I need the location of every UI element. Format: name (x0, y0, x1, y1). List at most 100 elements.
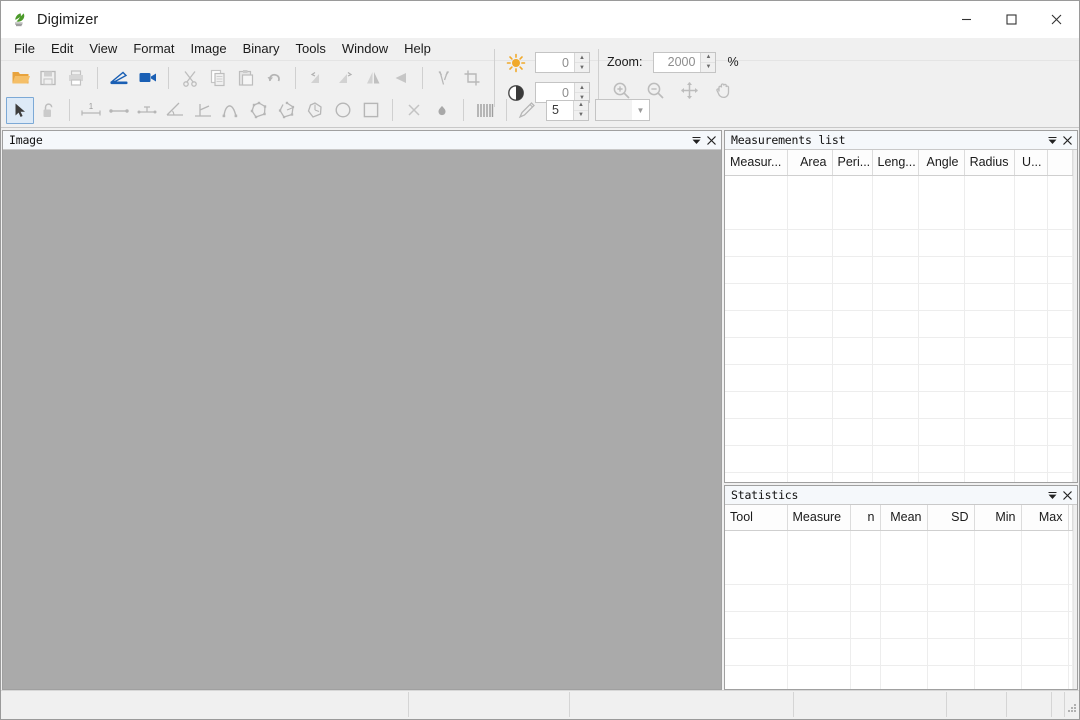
freehand-area-tool[interactable] (301, 97, 329, 124)
grid-ruler-icon[interactable] (471, 97, 499, 124)
table-row[interactable] (725, 283, 1073, 311)
menu-help[interactable]: Help (396, 39, 439, 60)
table-row[interactable] (725, 611, 1073, 639)
select-arrow-tool[interactable] (6, 96, 34, 124)
zoom-arrows[interactable]: ▲ ▼ (700, 52, 716, 72)
maximize-button[interactable] (989, 1, 1034, 38)
table-row[interactable] (725, 584, 1073, 612)
statistics-col-sd[interactable]: SD (927, 505, 975, 531)
lock-icon[interactable] (34, 97, 62, 124)
flip-horizontal-icon[interactable] (359, 64, 387, 91)
statistics-col-measure[interactable]: Measure (787, 505, 851, 531)
resize-grip-icon[interactable] (1065, 692, 1079, 717)
measure-distance-tool[interactable]: 1 (77, 97, 105, 124)
menu-view[interactable]: View (81, 39, 125, 60)
measurements-col-perimeter[interactable]: Peri... (832, 150, 873, 176)
scanner-icon[interactable] (105, 64, 133, 91)
pen-width-arrows[interactable]: ▲ ▼ (573, 100, 588, 120)
statistics-col-n[interactable]: n (850, 505, 881, 531)
calibrate-icon[interactable] (430, 64, 458, 91)
menu-format[interactable]: Format (125, 39, 182, 60)
perpendicular-distance-tool[interactable] (133, 97, 161, 124)
point-tool[interactable] (428, 97, 456, 124)
measurements-col-radius[interactable]: Radius (964, 150, 1015, 176)
table-row[interactable] (725, 175, 1073, 202)
brightness-down-arrow[interactable]: ▼ (575, 63, 589, 72)
rectangle-tool[interactable] (357, 97, 385, 124)
measurements-col-length[interactable]: Leng... (872, 150, 919, 176)
rotate-left-icon[interactable] (303, 64, 331, 91)
statistics-col-max[interactable]: Max (1021, 505, 1069, 531)
flip-vertical-icon[interactable] (387, 64, 415, 91)
menu-window[interactable]: Window (334, 39, 396, 60)
statistics-panel-menu-button[interactable] (1045, 487, 1060, 504)
table-row[interactable] (725, 391, 1073, 419)
pen-color-dropdown[interactable]: ▼ (595, 99, 650, 121)
menu-image[interactable]: Image (182, 39, 234, 60)
measurements-col-measurement[interactable]: Measur... (725, 150, 788, 176)
polygon-tool[interactable] (245, 97, 273, 124)
line-tool[interactable] (105, 97, 133, 124)
delete-object-icon[interactable] (400, 97, 428, 124)
brightness-spinner[interactable]: 0 ▲ ▼ (535, 52, 590, 73)
open-file-icon[interactable] (6, 64, 34, 91)
brightness-arrows[interactable]: ▲ ▼ (574, 53, 589, 72)
table-row[interactable] (725, 638, 1073, 666)
table-row[interactable] (725, 418, 1073, 446)
table-row[interactable] (725, 472, 1073, 482)
zoom-spinner[interactable]: 2000 ▲ ▼ (653, 51, 717, 73)
save-icon[interactable] (34, 64, 62, 91)
image-panel-menu-button[interactable] (689, 132, 704, 149)
minimize-button[interactable] (944, 1, 989, 38)
menu-edit[interactable]: Edit (43, 39, 81, 60)
pen-width-up-arrow[interactable]: ▲ (574, 101, 588, 111)
contrast-up-arrow[interactable]: ▲ (575, 83, 589, 93)
statistics-col-min[interactable]: Min (974, 505, 1022, 531)
undo-icon[interactable] (260, 64, 288, 91)
statistics-vertical-scrollbar[interactable] (1073, 505, 1077, 689)
image-canvas[interactable] (3, 150, 721, 689)
table-row[interactable] (725, 229, 1073, 257)
print-icon[interactable] (62, 64, 90, 91)
pen-width-down-arrow[interactable]: ▼ (574, 111, 588, 120)
measurements-panel-close-button[interactable] (1060, 132, 1075, 149)
table-row[interactable] (725, 256, 1073, 284)
measurements-col-angle[interactable]: Angle (918, 150, 965, 176)
statistics-col-mean[interactable]: Mean (880, 505, 928, 531)
image-panel-close-button[interactable] (704, 132, 719, 149)
close-button[interactable] (1034, 1, 1079, 38)
statistics-panel-close-button[interactable] (1060, 487, 1075, 504)
crop-icon[interactable] (458, 64, 486, 91)
zoom-down-arrow[interactable]: ▼ (701, 63, 715, 72)
circle-tool[interactable] (329, 97, 357, 124)
pan-move-icon[interactable] (675, 77, 703, 104)
cut-icon[interactable] (176, 64, 204, 91)
chevron-down-icon[interactable]: ▼ (632, 106, 649, 115)
pencil-icon[interactable] (514, 97, 540, 123)
hand-grab-icon[interactable] (709, 77, 737, 104)
table-row[interactable] (725, 445, 1073, 473)
table-row[interactable] (725, 530, 1073, 557)
rotate-right-icon[interactable] (331, 64, 359, 91)
menu-binary[interactable]: Binary (235, 39, 288, 60)
table-row[interactable] (725, 364, 1073, 392)
table-row[interactable] (725, 202, 1073, 230)
zoom-up-arrow[interactable]: ▲ (701, 53, 716, 63)
measurements-col-units[interactable]: U... (1014, 150, 1048, 176)
measurements-panel-menu-button[interactable] (1045, 132, 1060, 149)
menu-tools[interactable]: Tools (287, 39, 333, 60)
table-row[interactable] (725, 310, 1073, 338)
paste-icon[interactable] (232, 64, 260, 91)
measurements-col-area[interactable]: Area (787, 150, 833, 176)
video-camera-icon[interactable] (133, 64, 161, 91)
angle-tool[interactable] (161, 97, 189, 124)
menu-file[interactable]: File (6, 39, 43, 60)
pen-width-spinner[interactable]: 5 ▲ ▼ (546, 99, 589, 121)
statistics-col-tool[interactable]: Tool (725, 505, 788, 531)
table-row[interactable] (725, 557, 1073, 585)
measurements-vertical-scrollbar[interactable] (1073, 150, 1077, 482)
closed-polygon-tool[interactable] (273, 97, 301, 124)
curve-tool[interactable] (217, 97, 245, 124)
angle-perpendicular-tool[interactable] (189, 97, 217, 124)
table-row[interactable] (725, 665, 1073, 689)
